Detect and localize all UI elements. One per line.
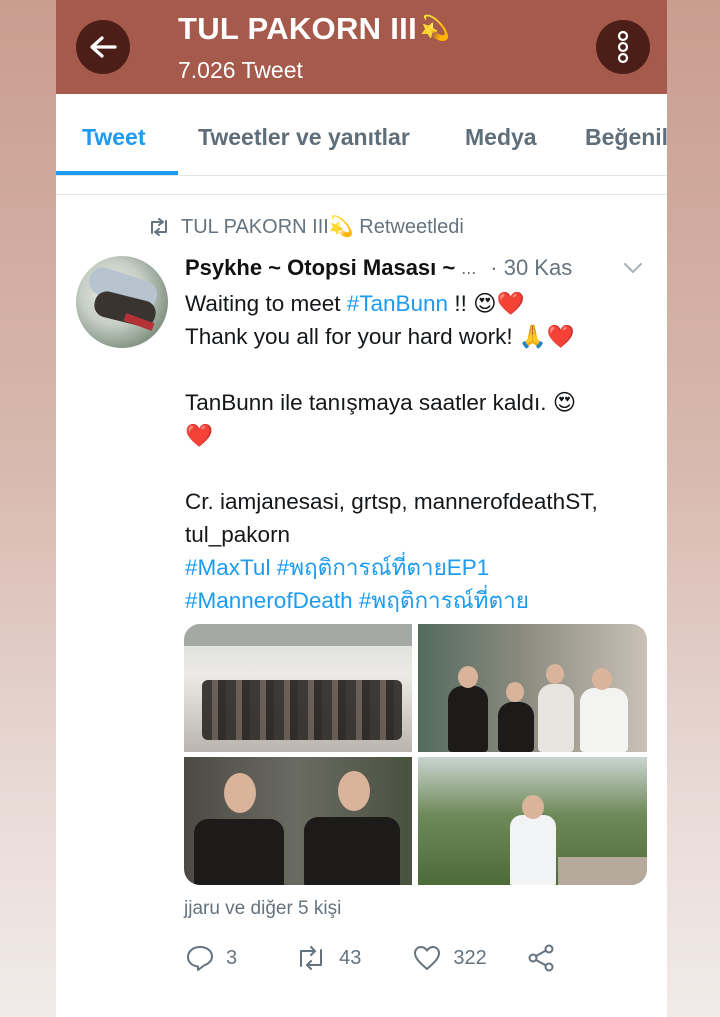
tab-tweet[interactable]: Tweet xyxy=(82,94,145,151)
reply-icon xyxy=(187,946,213,971)
tweet-line: TanBunn ile tanışmaya saatler kaldı. 😍 xyxy=(185,386,655,419)
profile-title: TUL PAKORN III 💫 xyxy=(178,11,450,47)
tweet-body: Waiting to meet #TanBunn !! 😍❤️ Thank you… xyxy=(185,287,655,617)
tweet-line: Cr. iamjanesasi, grtsp, mannerofdeathST, xyxy=(185,485,655,518)
profile-name: TUL PAKORN III xyxy=(178,11,418,46)
photo-cast-seated[interactable] xyxy=(418,624,647,752)
phone-screen: TUL PAKORN III 💫 7.026 Tweet Tweet Tweetl… xyxy=(56,0,667,1017)
photo-portraits[interactable] xyxy=(184,757,412,885)
retweet-icon xyxy=(300,946,323,970)
retweeted-by-text: TUL PAKORN III💫 Retweetledi xyxy=(181,216,464,238)
tweet-line: #MannerofDeath #พฤติการณ์ที่ตาย xyxy=(185,584,655,617)
tab-tweets-and-replies[interactable]: Tweetler ve yanıtlar xyxy=(198,94,410,151)
retweet-icon xyxy=(151,217,167,236)
hashtag-link[interactable]: #TanBunn xyxy=(347,291,448,316)
tweet-text-segment: Cr. iamjanesasi, grtsp, mannerofdeathST, xyxy=(185,489,598,514)
share-button[interactable] xyxy=(527,944,555,972)
retweet-context[interactable]: TUL PAKORN III💫 Retweetledi xyxy=(147,214,464,239)
hashtag-link[interactable]: #MaxTul #พฤติการณ์ที่ตายEP1 xyxy=(185,555,489,580)
more-vertical-icon xyxy=(617,30,629,64)
profile-tabs: Tweet Tweetler ve yanıtlar Medya Beğenil xyxy=(56,94,667,176)
like-button[interactable]: 322 xyxy=(413,945,487,971)
tweet-line: ❤️ xyxy=(185,419,655,452)
tweet-text-segment: Waiting to meet xyxy=(185,291,347,316)
author-overflow: ... xyxy=(461,257,477,278)
tweet-media-grid[interactable] xyxy=(184,624,647,885)
tab-media[interactable]: Medya xyxy=(465,94,537,151)
reply-button[interactable]: 3 xyxy=(186,945,237,971)
back-arrow-icon xyxy=(90,36,117,58)
tweet-text-segment: ❤️ xyxy=(185,423,214,448)
heart-icon xyxy=(414,946,441,970)
tweet-text-segment: tul_pakorn xyxy=(185,522,291,547)
tweet-line: Thank you all for your hard work! 🙏❤️ xyxy=(185,320,655,353)
tweet-line: #MaxTul #พฤติการณ์ที่ตายEP1 xyxy=(185,551,655,584)
like-count: 322 xyxy=(453,946,487,969)
tweet-text-segment: TanBunn ile tanışmaya saatler kaldı. 😍 xyxy=(185,390,577,415)
sparkle-emoji: 💫 xyxy=(420,14,451,42)
tweet-date[interactable]: · 30 Kas xyxy=(490,255,572,281)
share-icon xyxy=(528,944,554,972)
active-tab-indicator xyxy=(56,171,178,175)
photo-doctor[interactable] xyxy=(418,757,647,885)
tweet-count: 7.026 Tweet xyxy=(178,57,303,83)
chevron-down-icon[interactable] xyxy=(623,262,643,274)
tweet-author-row: Psykhe ~ Otopsi Masası ~ ... · 30 Kas xyxy=(185,255,645,281)
back-button[interactable] xyxy=(76,20,130,74)
divider xyxy=(56,194,667,195)
tab-likes[interactable]: Beğenil xyxy=(585,94,667,151)
retweet-count: 43 xyxy=(339,946,362,969)
tweet-actions: 3 43 322 xyxy=(186,944,555,972)
photo-group[interactable] xyxy=(184,624,412,752)
reply-count: 3 xyxy=(226,946,238,969)
hashtag-link[interactable]: #MannerofDeath #พฤติการณ์ที่ตาย xyxy=(185,588,529,613)
profile-header: TUL PAKORN III 💫 7.026 Tweet xyxy=(56,0,667,94)
tweet-line: tul_pakorn xyxy=(185,518,655,551)
liked-by-text[interactable]: jjaru ve diğer 5 kişi xyxy=(184,898,341,920)
retweet-button[interactable]: 43 xyxy=(295,946,361,970)
tweet-line: Waiting to meet #TanBunn !! 😍❤️ xyxy=(185,287,655,320)
tweet-text-segment: !! 😍❤️ xyxy=(448,291,525,316)
more-options-button[interactable] xyxy=(596,20,650,74)
author-name[interactable]: Psykhe ~ Otopsi Masası ~ xyxy=(185,255,455,281)
tweet-text-segment: Thank you all for your hard work! 🙏❤️ xyxy=(185,324,575,349)
author-avatar[interactable] xyxy=(76,256,168,348)
